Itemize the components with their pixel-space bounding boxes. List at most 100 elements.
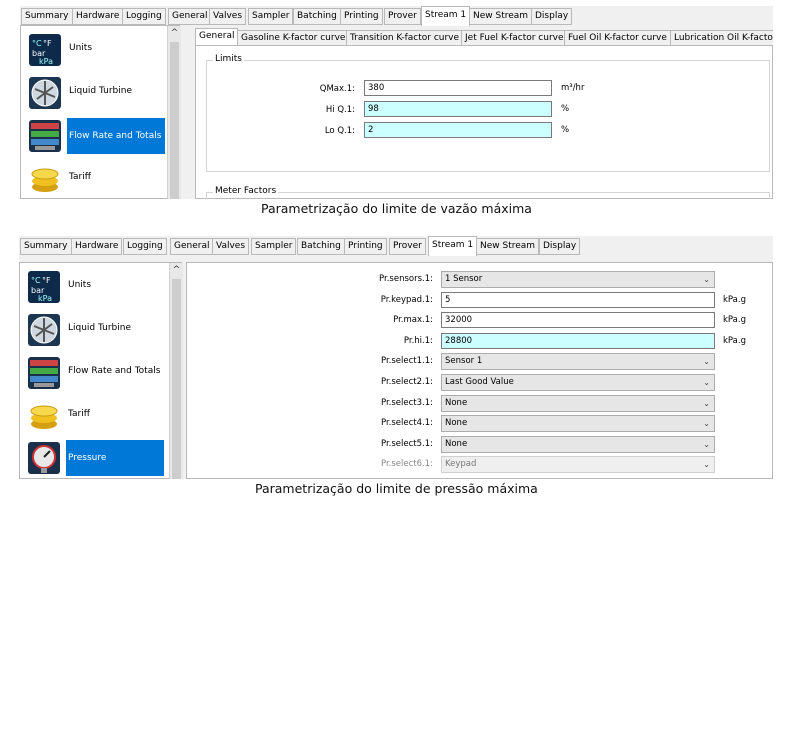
- sidebar: °C °F bar kPa Units Liquid Turbine Flow Rat…: [19, 262, 183, 479]
- pressure-row-label: Pr.hi.1:: [403, 335, 433, 346]
- tab-valves[interactable]: Valves: [212, 238, 250, 255]
- chevron-down-icon: ⌄: [703, 398, 710, 408]
- sidebar-item-tariff[interactable]: Tariff: [27, 159, 167, 199]
- tab-hardware[interactable]: Hardware: [72, 8, 124, 25]
- pressure-row-label: Pr.select5.1:: [380, 438, 433, 449]
- sidebar-item-label: Liquid Turbine: [68, 323, 131, 333]
- tab-stream-1[interactable]: Stream 1: [428, 236, 478, 256]
- caption-flow: Parametrização do limite de vazão máxima: [261, 201, 532, 216]
- pressure-row-select[interactable]: Last Good Value ⌄: [441, 374, 715, 391]
- pressure-row-unit: kPa.g: [723, 294, 746, 305]
- hiq-field[interactable]: 98: [364, 101, 552, 117]
- tab-sampler[interactable]: Sampler: [248, 8, 294, 25]
- pressure-row-select[interactable]: Sensor 1 ⌄: [441, 353, 715, 371]
- loq-field[interactable]: 2: [364, 122, 552, 138]
- subtab-general[interactable]: General: [195, 28, 239, 46]
- hiq-unit: %: [561, 104, 570, 114]
- pressure-row-select: Keypad ⌄: [441, 456, 715, 474]
- svg-text:°F: °F: [43, 39, 52, 48]
- pressure-row-label: Pr.select1.1:: [380, 356, 433, 367]
- tab-display[interactable]: Display: [531, 8, 573, 25]
- chevron-down-icon: ⌄: [703, 439, 710, 449]
- sidebar-item-flow-rate[interactable]: Flow Rate and Totals: [27, 116, 167, 156]
- tab-printing[interactable]: Printing: [344, 238, 387, 255]
- svg-text:°F: °F: [42, 276, 51, 285]
- tab-valves[interactable]: Valves: [209, 8, 247, 25]
- tab-logging[interactable]: Logging: [122, 8, 166, 25]
- sidebar-item-label: Pressure: [66, 440, 164, 476]
- subtab-lubrication-oil-kfactor[interactable]: Lubrication Oil K-factor: [670, 30, 773, 46]
- chevron-down-icon: ⌄: [703, 275, 710, 284]
- sidebar-item-liquid-turbine[interactable]: Liquid Turbine: [26, 310, 166, 350]
- meter-factors-group: Meter Factors: [206, 186, 770, 199]
- scroll-up-icon[interactable]: ^: [168, 26, 181, 40]
- limits-group: Limits QMax.1: 380 m³/hr Hi Q.1: 98 % Lo…: [206, 54, 770, 172]
- pressure-row-label: Pr.sensors.1:: [379, 274, 433, 284]
- hiq-label: Hi Q.1:: [325, 105, 355, 115]
- sidebar-scrollbar[interactable]: ^: [169, 263, 183, 479]
- chevron-down-icon: ⌄: [703, 357, 710, 367]
- select-value: Last Good Value: [445, 377, 514, 387]
- tab-display[interactable]: Display: [539, 238, 581, 255]
- tab-prover[interactable]: Prover: [384, 8, 421, 25]
- sidebar-item-flow-rate[interactable]: Flow Rate and Totals: [26, 353, 166, 393]
- tab-general[interactable]: General: [168, 8, 212, 25]
- pressure-row-input[interactable]: 28800: [441, 332, 715, 349]
- coins-icon: [28, 400, 60, 432]
- tab-batching[interactable]: Batching: [297, 238, 345, 255]
- limits-group-title: Limits: [213, 54, 244, 64]
- tab-printing[interactable]: Printing: [340, 8, 383, 25]
- pressure-row-label: Pr.select6.1:: [380, 459, 433, 470]
- tab-hardware[interactable]: Hardware: [71, 238, 123, 255]
- sidebar-item-label: Tariff: [68, 409, 90, 419]
- pressure-row-input[interactable]: 32000: [441, 312, 715, 329]
- scroll-up-icon[interactable]: ^: [170, 263, 183, 277]
- tab-logging[interactable]: Logging: [123, 238, 167, 255]
- coins-icon: [29, 163, 61, 195]
- loq-label: Lo Q.1:: [324, 126, 355, 136]
- content-area: General Gasoline K-factor curve Transiti…: [185, 28, 773, 199]
- caption-pressure: Parametrização do limite de pressão máxi…: [255, 481, 538, 496]
- sidebar-scrollbar[interactable]: ^: [167, 26, 181, 199]
- sidebar-item-pressure[interactable]: Pressure: [26, 438, 166, 478]
- pressure-row-select[interactable]: 1 Sensor ⌄: [441, 271, 715, 288]
- pressure-row-select[interactable]: None ⌄: [441, 394, 715, 412]
- tab-prover[interactable]: Prover: [389, 238, 426, 255]
- pressure-row-label: Pr.select4.1:: [380, 418, 433, 429]
- subtab-fuel-oil-kfactor[interactable]: Fuel Oil K-factor curve: [564, 30, 671, 46]
- scroll-thumb[interactable]: [172, 279, 181, 479]
- pressure-row-label: Pr.max.1:: [393, 315, 433, 326]
- pressure-row-input[interactable]: 5: [441, 291, 715, 308]
- pressure-row-select[interactable]: None ⌄: [441, 435, 715, 453]
- tab-new-stream[interactable]: New Stream: [476, 238, 540, 255]
- tab-sampler[interactable]: Sampler: [251, 238, 297, 255]
- sidebar-item-tariff[interactable]: Tariff: [26, 396, 166, 436]
- subtab-transition-kfactor[interactable]: Transition K-factor curve: [346, 30, 464, 46]
- select-value: Sensor 1: [445, 356, 483, 367]
- tab-summary[interactable]: Summary: [21, 8, 73, 25]
- subtab-gasoline-kfactor[interactable]: Gasoline K-factor curve: [237, 30, 350, 46]
- tab-general[interactable]: General: [170, 238, 214, 255]
- pressure-row-select[interactable]: None ⌄: [441, 415, 715, 433]
- select-value: None: [445, 418, 468, 429]
- tab-batching[interactable]: Batching: [293, 8, 341, 25]
- tab-new-stream[interactable]: New Stream: [469, 8, 533, 25]
- screenshot-pressure-limits: Summary Hardware Logging General Valves …: [19, 236, 773, 479]
- select-value: None: [445, 438, 468, 449]
- qmax-field[interactable]: 380: [364, 80, 552, 96]
- subtab-jet-fuel-kfactor[interactable]: Jet Fuel K-factor curve: [461, 30, 568, 46]
- pressure-row-label: Pr.keypad.1:: [380, 294, 433, 305]
- sidebar-item-liquid-turbine[interactable]: Liquid Turbine: [27, 73, 167, 113]
- scroll-thumb[interactable]: [170, 42, 179, 199]
- sidebar-item-units[interactable]: °C °F bar kPa Units: [26, 267, 166, 307]
- sidebar-item-units[interactable]: °C °F bar kPa Units: [27, 30, 167, 70]
- meter-factors-group-title: Meter Factors: [213, 186, 279, 196]
- sidebar-item-label: Units: [69, 43, 93, 53]
- chevron-down-icon: ⌄: [703, 419, 710, 429]
- turbine-icon: [28, 314, 60, 346]
- tab-stream-1[interactable]: Stream 1: [421, 6, 471, 26]
- tab-summary[interactable]: Summary: [20, 238, 72, 255]
- sidebar-item-label: Liquid Turbine: [69, 86, 132, 96]
- svg-text:°C: °C: [32, 39, 42, 48]
- svg-text:kPa: kPa: [38, 294, 52, 303]
